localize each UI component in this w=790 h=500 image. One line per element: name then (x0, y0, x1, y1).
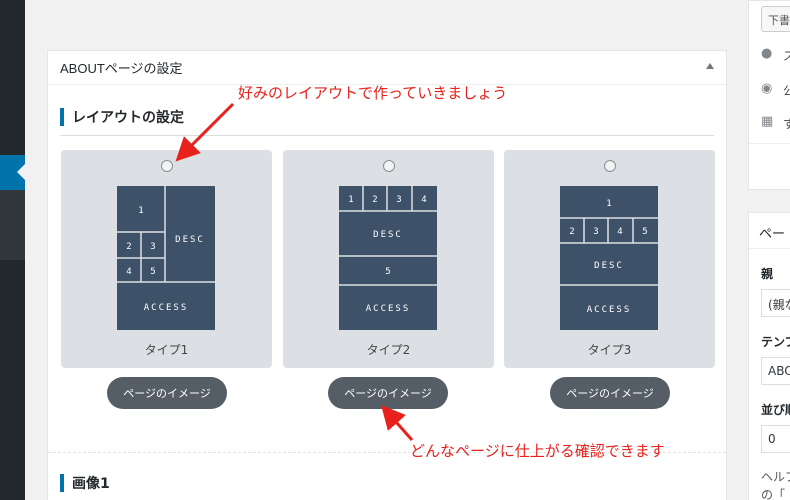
diagram-label-desc: DESC (175, 235, 205, 245)
admin-menu-strip (0, 0, 25, 500)
layout-heading-text: レイアウトの設定 (72, 110, 184, 126)
layout-diagram-type2: 1 2 3 4 DESC 5 ACCESS (339, 186, 437, 330)
page-attributes-box: ペー 親 (親な テンプ ABO 並び順 0 ヘルプ の「 (748, 212, 790, 500)
diagram-label-4: 4 (617, 227, 622, 237)
page-image-button-type1[interactable]: ページのイメージ (107, 377, 227, 409)
layout-label-type1: タイプ1 (144, 343, 189, 357)
order-input[interactable]: 0 (761, 425, 790, 453)
annotation-preview-page: どんなページに仕上がる確認できます (410, 442, 665, 460)
about-page-settings-metabox: ABOUTページの設定 レイアウトの設定 1 2 3 4 5 DESC ACCE… (47, 50, 727, 500)
layout-option-type2[interactable]: 1 2 3 4 DESC 5 ACCESS タイプ2 (283, 150, 494, 368)
section-divider (60, 135, 714, 136)
layout-diagram-type1: 1 2 3 4 5 DESC ACCESS (117, 186, 215, 330)
annotation-choose-layout: 好みのレイアウトで作っていきましょう (238, 84, 508, 102)
parent-label: 親 (761, 267, 774, 281)
page-image-button-type2[interactable]: ページのイメージ (328, 377, 448, 409)
layout-label-type2: タイプ2 (366, 343, 411, 357)
save-draft-button[interactable]: 下書 (761, 6, 790, 32)
schedule-text: す (783, 117, 790, 131)
diagram-label-2: 2 (126, 242, 131, 252)
order-label: 並び順 (761, 403, 790, 417)
diagram-label-5: 5 (642, 227, 647, 237)
layout-section-heading: レイアウトの設定 (60, 107, 184, 127)
image1-section-heading: 画像1 (60, 473, 110, 493)
diagram-label-2: 2 (569, 227, 574, 237)
layout-radio-type3[interactable] (603, 160, 616, 172)
calendar-icon: ▦ (761, 114, 774, 129)
page-attributes-title: ペー (759, 227, 786, 242)
diagram-label-access: ACCESS (144, 303, 189, 313)
layout-option-type1[interactable]: 1 2 3 4 5 DESC ACCESS タイプ1 (61, 150, 272, 368)
diagram-label-5: 5 (150, 267, 155, 277)
template-label: テンプ (761, 335, 790, 349)
diagram-label-4: 4 (421, 195, 426, 205)
collapse-toggle-icon[interactable] (706, 63, 714, 69)
help-text-line1: ヘルプ (761, 470, 790, 484)
attributes-divider (749, 248, 790, 249)
active-menu-notch (17, 164, 25, 180)
diagram-label-3: 3 (150, 242, 155, 252)
diagram-label-desc: DESC (373, 230, 403, 240)
diagram-label-desc: DESC (594, 261, 624, 271)
diagram-label-3: 3 (593, 227, 598, 237)
metabox-header[interactable]: ABOUTページの設定 (48, 51, 726, 85)
layout-radio-type1[interactable] (160, 160, 173, 172)
heading-accent-bar (60, 108, 64, 126)
layout-radio-type2[interactable] (382, 160, 395, 172)
image1-heading-text: 画像1 (72, 476, 110, 492)
diagram-label-1: 1 (606, 199, 611, 209)
help-text-line2: の「 (761, 488, 786, 500)
page-image-button-type3[interactable]: ページのイメージ (550, 377, 670, 409)
layout-option-type3[interactable]: 1 2 3 4 5 DESC ACCESS タイプ3 (504, 150, 715, 368)
pin-icon: ● (761, 46, 773, 61)
publish-divider (749, 143, 790, 144)
diagram-label-2: 2 (372, 195, 377, 205)
diagram-label-4: 4 (126, 267, 131, 277)
visibility-text: 公 (783, 84, 790, 98)
diagram-label-access: ACCESS (587, 305, 632, 315)
parent-select[interactable]: (親な (761, 289, 790, 317)
diagram-label-3: 3 (396, 195, 401, 205)
publish-box: 下書 ● ス ◉ 公 ▦ す (748, 0, 790, 190)
diagram-label-5: 5 (385, 267, 390, 277)
status-text: ス (783, 49, 790, 63)
eye-icon: ◉ (761, 81, 773, 96)
layout-diagram-type3: 1 2 3 4 5 DESC ACCESS (560, 186, 658, 330)
template-select[interactable]: ABO (761, 357, 790, 385)
metabox-title: ABOUTページの設定 (60, 61, 183, 76)
diagram-label-1: 1 (348, 195, 353, 205)
heading-accent-bar (60, 474, 64, 492)
diagram-label-1: 1 (138, 206, 143, 216)
admin-submenu-area (0, 190, 25, 260)
layout-label-type3: タイプ3 (587, 343, 632, 357)
diagram-label-access: ACCESS (366, 304, 411, 314)
